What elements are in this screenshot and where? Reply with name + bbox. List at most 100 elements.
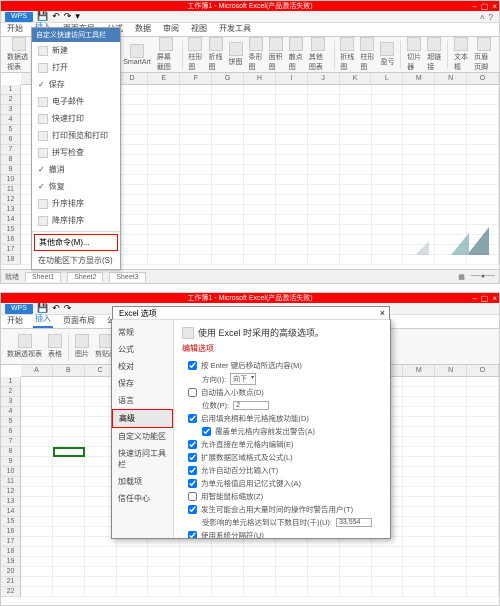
cell[interactable]	[85, 557, 117, 567]
cell[interactable]	[53, 587, 85, 597]
cell[interactable]	[148, 105, 180, 115]
cell[interactable]	[308, 115, 340, 125]
row-header[interactable]: 20	[1, 567, 21, 577]
cell[interactable]	[117, 547, 149, 557]
tab-home[interactable]: 开始	[5, 21, 25, 36]
cell[interactable]	[403, 135, 435, 145]
cell[interactable]	[467, 557, 499, 567]
cell[interactable]	[340, 135, 372, 145]
cell[interactable]	[53, 537, 85, 547]
cell[interactable]	[212, 587, 244, 597]
cell[interactable]	[435, 577, 467, 587]
cell[interactable]	[435, 467, 467, 477]
cell[interactable]	[340, 215, 372, 225]
row-header[interactable]: 12	[1, 487, 21, 497]
cell[interactable]	[244, 245, 276, 255]
cell[interactable]	[117, 85, 149, 95]
cell[interactable]	[53, 397, 85, 407]
row-header[interactable]: 13	[1, 205, 21, 215]
cell[interactable]	[53, 527, 85, 537]
cell[interactable]	[403, 255, 435, 265]
cell[interactable]	[244, 115, 276, 125]
close-icon[interactable]: ×	[492, 294, 497, 303]
side-addins[interactable]: 加载项	[112, 473, 173, 490]
cell[interactable]	[244, 155, 276, 165]
cell[interactable]	[180, 165, 212, 175]
cell[interactable]	[308, 225, 340, 235]
cell[interactable]	[403, 115, 435, 125]
cell[interactable]	[372, 587, 404, 597]
cell[interactable]	[467, 95, 499, 105]
cell[interactable]	[435, 417, 467, 427]
ribbon-min-icon[interactable]: ˄	[480, 13, 485, 22]
row-header[interactable]: 21	[1, 577, 21, 587]
cell[interactable]	[435, 487, 467, 497]
cell[interactable]	[212, 115, 244, 125]
cell[interactable]	[21, 467, 53, 477]
opt-decimal[interactable]: 自动插入小数点(D)	[188, 387, 382, 398]
side-qat[interactable]: 快速访问工具栏	[112, 445, 173, 473]
cell[interactable]	[53, 457, 85, 467]
cell[interactable]	[148, 135, 180, 145]
opt-zoom[interactable]: 用智能鼠标缩放(Z)	[188, 491, 382, 502]
cell[interactable]	[308, 95, 340, 105]
tab-view[interactable]: 视图	[189, 21, 209, 36]
cell[interactable]	[467, 447, 499, 457]
ribbon-slicer[interactable]: 切片器	[405, 37, 423, 72]
cell[interactable]	[244, 195, 276, 205]
cell[interactable]	[308, 245, 340, 255]
cell[interactable]	[467, 487, 499, 497]
cell[interactable]	[403, 95, 435, 105]
cell[interactable]	[435, 125, 467, 135]
cell[interactable]	[308, 105, 340, 115]
cell[interactable]	[117, 135, 149, 145]
close-icon[interactable]: ×	[492, 2, 497, 11]
cell[interactable]	[403, 145, 435, 155]
cell[interactable]	[467, 115, 499, 125]
cell[interactable]	[435, 165, 467, 175]
cell[interactable]	[467, 567, 499, 577]
side-formulas[interactable]: 公式	[112, 341, 173, 358]
qat-undo-icon[interactable]: ↶	[52, 303, 60, 314]
cell[interactable]	[276, 95, 308, 105]
cell[interactable]	[212, 557, 244, 567]
cell[interactable]	[340, 547, 372, 557]
cell[interactable]	[467, 527, 499, 537]
row-header[interactable]: 3	[1, 397, 21, 407]
cell[interactable]	[403, 537, 435, 547]
cell[interactable]	[403, 427, 435, 437]
cell[interactable]	[467, 175, 499, 185]
cell[interactable]	[148, 85, 180, 95]
cell[interactable]	[403, 185, 435, 195]
side-proof[interactable]: 校对	[112, 358, 173, 375]
cell[interactable]	[467, 105, 499, 115]
cell[interactable]	[372, 185, 404, 195]
cell[interactable]	[244, 105, 276, 115]
cell[interactable]	[85, 547, 117, 557]
cell[interactable]	[244, 95, 276, 105]
ribbon-sparkline[interactable]: 折线图	[338, 37, 356, 72]
ribbon-bar[interactable]: 条形图	[247, 37, 265, 72]
cell[interactable]	[372, 95, 404, 105]
cell[interactable]	[212, 255, 244, 265]
file-button[interactable]: WPS	[5, 12, 33, 22]
cell[interactable]	[244, 547, 276, 557]
cell[interactable]	[372, 557, 404, 567]
ribbon-screenshot[interactable]: 屏幕截图	[155, 37, 178, 72]
ribbon-other[interactable]: 其他图表	[307, 37, 330, 72]
opt-overwrite[interactable]: 覆盖单元格内容前发出警告(A)	[202, 426, 382, 437]
cell[interactable]	[53, 577, 85, 587]
cell[interactable]	[212, 155, 244, 165]
col-header[interactable]: K	[340, 73, 372, 84]
opt-alert[interactable]: 发生可能会占用大量时间的操作时警告用户(T)	[188, 504, 382, 515]
opt-editcell[interactable]: 允许直接在单元格内编辑(E)	[188, 439, 382, 450]
cell[interactable]	[467, 215, 499, 225]
row-header[interactable]: 9	[1, 457, 21, 467]
cell[interactable]	[244, 215, 276, 225]
cell[interactable]	[467, 165, 499, 175]
cell[interactable]	[308, 255, 340, 265]
cell[interactable]	[117, 195, 149, 205]
row-header[interactable]: 15	[1, 517, 21, 527]
cell[interactable]	[467, 587, 499, 597]
cell[interactable]	[372, 155, 404, 165]
